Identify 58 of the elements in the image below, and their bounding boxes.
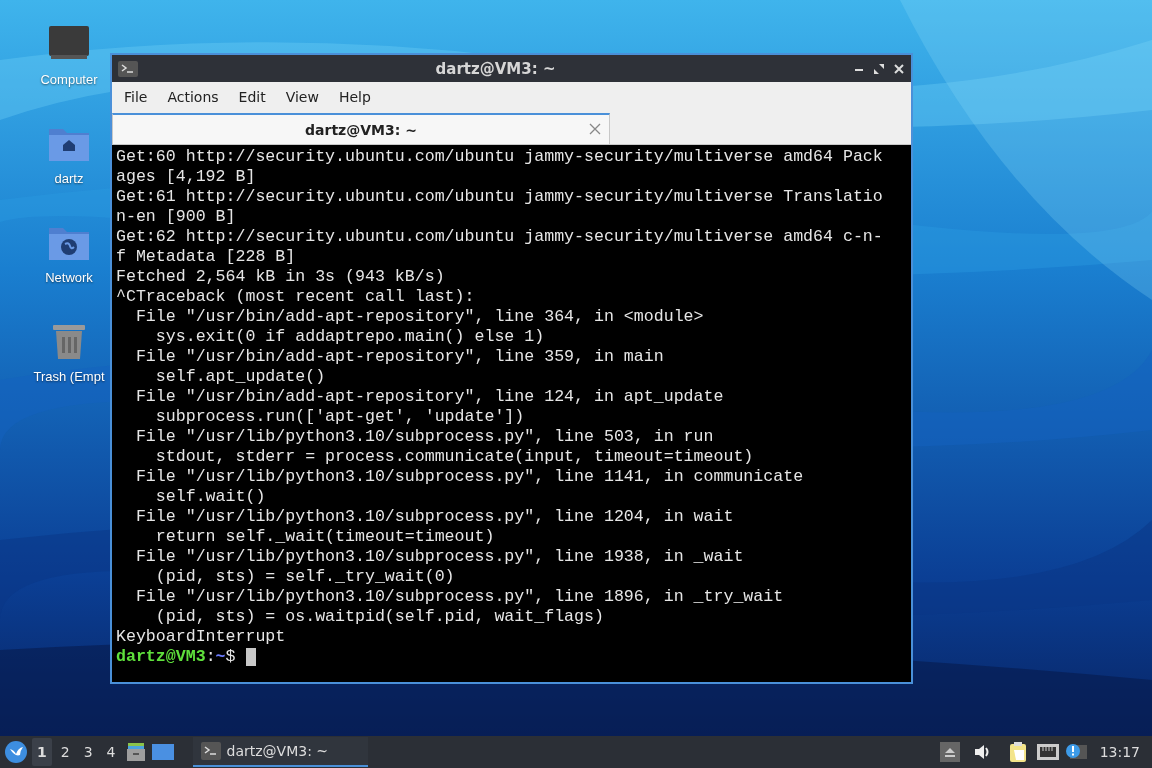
- terminal-line: ^CTraceback (most recent call last):: [116, 287, 476, 307]
- desktop-icon[interactable]: [150, 742, 175, 762]
- window-title: dartz@VM3: ~: [434, 59, 557, 78]
- terminal-line: KeyboardInterrupt: [116, 627, 287, 647]
- tab[interactable]: dartz@VM3: ~: [112, 113, 610, 144]
- prompt-path: ~: [215, 647, 226, 667]
- terminal-line: Fetched 2,564 kB in 3s (943 kB/s): [116, 267, 446, 287]
- terminal-line: (pid, sts) = self._try_wait(0): [154, 567, 456, 587]
- terminal-line: subprocess.run(['apt-get', 'update']): [154, 407, 526, 427]
- terminal-line: sys.exit(0 if addaptrepo.main() else 1): [154, 327, 546, 347]
- clipboard-icon[interactable]: [1007, 741, 1028, 763]
- terminal-line: File "/usr/bin/add-apt-repository", line 359, in main: [134, 347, 665, 367]
- workspace-button[interactable]: 4: [101, 738, 121, 766]
- notification-icon[interactable]: [1063, 742, 1088, 762]
- eject-icon[interactable]: [939, 742, 960, 762]
- terminal-line: n-en [900 B]: [116, 207, 237, 227]
- menu-item[interactable]: File: [114, 85, 158, 109]
- terminal-line: Get:62 http://security.ubuntu.com/ubuntu jammy-security/multiverse amd64 c-n-: [116, 227, 884, 247]
- terminal-line: Get:60 http://security.ubuntu.com/ubuntu jammy-security/multiverse amd64 Pack: [116, 147, 884, 167]
- terminal-line: ages [4,192 B]: [116, 167, 257, 187]
- maximize-button[interactable]: [873, 62, 885, 75]
- clock[interactable]: 13:17: [1091, 744, 1148, 760]
- network-icon[interactable]: [1035, 742, 1060, 762]
- menu-item[interactable]: Edit: [228, 85, 276, 109]
- terminal-line: Get:61 http://security.ubuntu.com/ubuntu jammy-security/multiverse Translatio: [116, 187, 884, 207]
- cursor: [245, 648, 256, 666]
- prompt-separator: :: [205, 647, 216, 667]
- terminal-line: File "/usr/bin/add-apt-repository", line 124, in apt_update: [134, 387, 725, 407]
- terminal-icon: [200, 742, 221, 760]
- workspace-button[interactable]: 1: [32, 738, 52, 766]
- close-icon[interactable]: [589, 123, 601, 135]
- menu-item[interactable]: Actions: [157, 85, 229, 109]
- terminal-line: stdout, stderr = process.communicate(input, timeout=timeout): [154, 447, 755, 467]
- terminal-area[interactable]: [112, 145, 911, 682]
- terminal-line: f Metadata [228 B]: [116, 247, 297, 267]
- terminal-line: File "/usr/lib/python3.10/subprocess.py", line 1896, in _try_wait: [134, 587, 785, 607]
- terminal-line: return self._wait(timeout=timeout): [154, 527, 496, 547]
- terminal-line: self.wait(): [154, 487, 267, 507]
- prompt-symbol: $: [225, 647, 236, 667]
- terminal-line: File "/usr/lib/python3.10/subprocess.py", line 1204, in wait: [134, 507, 735, 527]
- workspace-button[interactable]: 2: [55, 738, 75, 766]
- terminal-line: File "/usr/lib/python3.10/subprocess.py", line 1141, in communicate: [134, 467, 805, 487]
- close-button[interactable]: [893, 62, 905, 75]
- terminal-line: File "/usr/lib/python3.10/subprocess.py", line 503, in run: [134, 427, 715, 447]
- desktop-icon-label[interactable]: Network: [45, 270, 93, 285]
- taskbar-task[interactable]: dartz@VM3: ~: [192, 737, 368, 767]
- terminal-icon: [118, 60, 138, 77]
- menu-item[interactable]: Help: [328, 85, 381, 109]
- terminal-line: (pid, sts) = os.waitpid(self.pid, wait_flags): [154, 607, 605, 627]
- terminal-line: self.apt_update(): [154, 367, 327, 387]
- start-menu-icon[interactable]: [4, 740, 28, 764]
- workspace-button[interactable]: 3: [78, 738, 98, 766]
- menu-item[interactable]: View: [275, 85, 329, 109]
- terminal-line: File "/usr/lib/python3.10/subprocess.py", line 1938, in _wait: [134, 547, 745, 567]
- terminal-line: File "/usr/bin/add-apt-repository", line 364, in <module>: [134, 307, 705, 327]
- file-cabinet-icon[interactable]: [124, 741, 147, 763]
- prompt-user: dartz@VM3: [116, 647, 206, 667]
- desktop-icon-label[interactable]: Trash (Empt: [33, 369, 105, 384]
